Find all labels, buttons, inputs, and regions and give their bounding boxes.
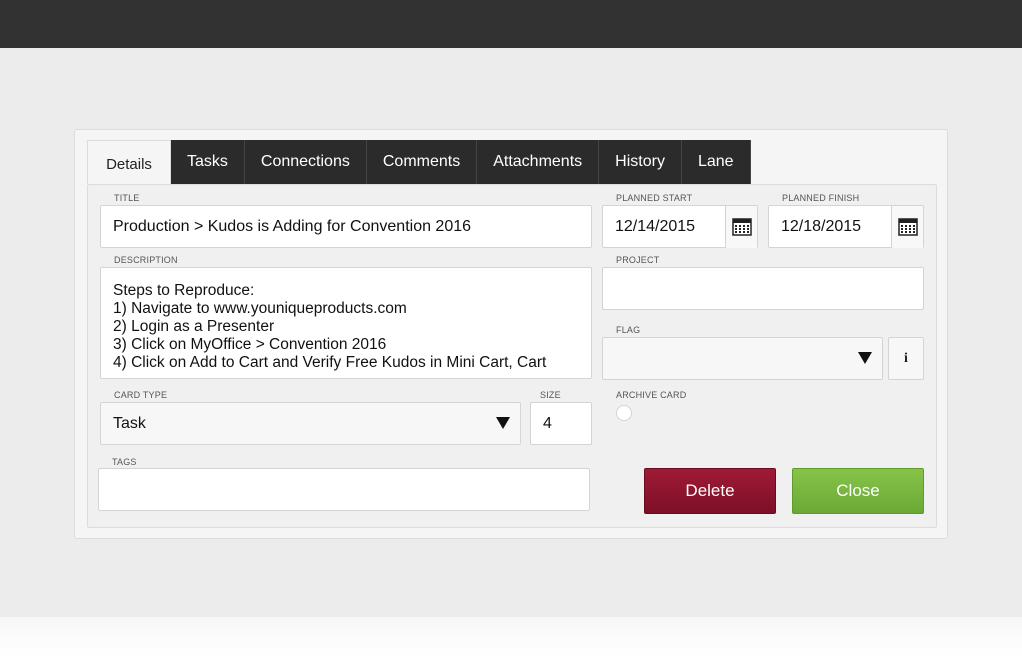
description-text: Steps to Reproduce: 1) Navigate to www.y…	[113, 282, 546, 372]
size-label: SIZE	[540, 390, 561, 400]
project-input[interactable]	[602, 267, 924, 310]
card-type-label: CARD TYPE	[114, 390, 168, 400]
title-value: Production > Kudos is Adding for Convent…	[113, 218, 472, 235]
details-panel: TITLE Production > Kudos is Adding for C…	[87, 184, 937, 528]
description-line: Steps to Reproduce:	[113, 282, 255, 299]
flag-select[interactable]	[602, 337, 883, 380]
bottom-bar	[0, 617, 1022, 659]
info-icon: i	[904, 350, 908, 366]
tab-lane[interactable]: Lane	[681, 140, 751, 184]
size-value: 4	[543, 415, 552, 432]
chevron-down-icon	[496, 417, 510, 429]
top-bar	[0, 0, 1022, 48]
card-type-select[interactable]: Task	[100, 402, 521, 445]
planned-finish-value: 12/18/2015	[781, 218, 862, 235]
tab-comments[interactable]: Comments	[366, 140, 478, 184]
title-label: TITLE	[114, 193, 140, 203]
tags-input[interactable]	[98, 468, 590, 511]
archive-card-label: ARCHIVE CARD	[616, 390, 687, 400]
tab-bar: Details Tasks Connections Comments Attac…	[87, 140, 751, 184]
flag-label: FLAG	[616, 325, 641, 335]
planned-start-input[interactable]: 12/14/2015	[602, 205, 758, 248]
card-details-dialog: Details Tasks Connections Comments Attac…	[74, 129, 948, 539]
planned-start-value: 12/14/2015	[615, 218, 696, 235]
size-input[interactable]: 4	[530, 402, 592, 445]
tab-connections[interactable]: Connections	[244, 140, 367, 184]
tab-tasks[interactable]: Tasks	[171, 140, 245, 184]
info-button[interactable]: i	[888, 337, 924, 380]
planned-start-label: PLANNED START	[616, 193, 693, 203]
archive-card-radio[interactable]	[616, 405, 632, 421]
description-line: 2) Login as a Presenter	[113, 318, 275, 335]
description-textarea[interactable]: Steps to Reproduce: 1) Navigate to www.y…	[100, 267, 592, 379]
description-label: DESCRIPTION	[114, 255, 178, 265]
project-label: PROJECT	[616, 255, 660, 265]
delete-button[interactable]: Delete	[644, 468, 776, 514]
tab-history[interactable]: History	[599, 140, 682, 184]
calendar-icon[interactable]	[725, 206, 757, 248]
planned-finish-label: PLANNED FINISH	[782, 193, 860, 203]
description-line: 3) Click on MyOffice > Convention 2016	[113, 336, 387, 353]
title-input[interactable]: Production > Kudos is Adding for Convent…	[100, 205, 592, 248]
tab-details[interactable]: Details	[87, 140, 171, 184]
planned-finish-input[interactable]: 12/18/2015	[768, 205, 924, 248]
tags-label: TAGS	[112, 457, 137, 467]
tab-attachments[interactable]: Attachments	[477, 140, 600, 184]
card-type-value: Task	[113, 415, 146, 432]
close-button[interactable]: Close	[792, 468, 924, 514]
calendar-icon[interactable]	[891, 206, 923, 248]
chevron-down-icon	[858, 352, 872, 364]
description-line: 4) Click on Add to Cart and Verify Free …	[113, 354, 547, 371]
description-line: 1) Navigate to www.youniqueproducts.com	[113, 300, 407, 317]
